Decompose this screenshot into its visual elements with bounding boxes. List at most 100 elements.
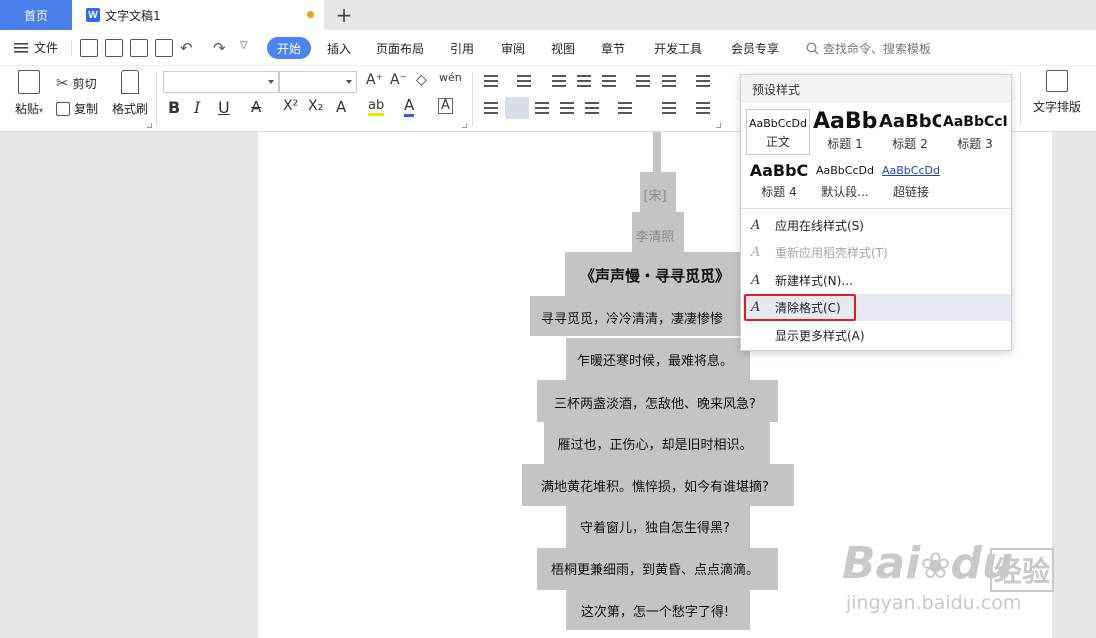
style-sample: AaBbC xyxy=(749,161,809,180)
paragraph-direction-icon[interactable] xyxy=(636,75,650,87)
save-icon[interactable] xyxy=(80,39,98,57)
style-sample: AaBbCcDd xyxy=(816,164,874,177)
justify-icon[interactable] xyxy=(560,102,574,114)
customize-toolbar-icon[interactable]: ▽ xyxy=(240,40,248,51)
show-marks-icon[interactable] xyxy=(696,75,710,87)
numbered-list-icon[interactable] xyxy=(517,75,531,87)
align-right-icon[interactable] xyxy=(535,102,549,114)
text-effect-icon[interactable]: A xyxy=(336,98,346,116)
divider xyxy=(71,40,72,56)
new-tab-button[interactable]: + xyxy=(332,2,356,28)
chinese-layout-icon[interactable] xyxy=(602,75,616,87)
command-search[interactable]: 查找命令、搜索模板 xyxy=(806,40,931,57)
paw-icon: ❀ xyxy=(920,546,951,587)
sort-icon[interactable] xyxy=(662,75,676,87)
menu-row: 文件 ↶ ↷ ▽ 开始 插入 页面布局 引用 审阅 视图 章节 开发工具 会员专… xyxy=(0,30,1096,66)
tab-document[interactable]: W 文字文稿1 xyxy=(72,0,324,30)
style-sample: AaBbCcI xyxy=(943,114,1007,130)
subscript-icon[interactable]: X₂ xyxy=(308,98,323,114)
tab-review[interactable]: 审阅 xyxy=(501,40,525,57)
watermark-brand-text: Bai xyxy=(842,538,921,589)
strikethrough-icon[interactable]: A xyxy=(251,98,261,116)
clear-format-icon[interactable]: ◇ xyxy=(416,72,427,88)
poem-line: 守着窗儿，独自怎生得黑? xyxy=(580,521,730,536)
tab-insert[interactable]: 插入 xyxy=(327,40,351,57)
text-layout-button[interactable]: 文字排版 xyxy=(1028,70,1086,115)
style-sample: AaBbC xyxy=(879,111,941,132)
paste-button[interactable]: 粘贴▾ xyxy=(10,70,48,117)
cut-label: 剪切 xyxy=(72,76,97,91)
scissors-icon: ✂ xyxy=(56,74,69,92)
style-heading-2[interactable]: AaBbC 标题 2 xyxy=(879,109,941,155)
tab-start[interactable]: 开始 xyxy=(267,37,311,59)
style-heading-3[interactable]: AaBbCcI 标题 3 xyxy=(943,109,1007,155)
new-style-item[interactable]: A 新建样式(N)... xyxy=(743,267,1011,294)
style-name: 标题 1 xyxy=(827,137,863,151)
menu-item-label: 应用在线样式(S) xyxy=(775,219,864,233)
menu-item-label: 显示更多样式(A) xyxy=(775,329,865,343)
watermark-url: jingyan.baidu.com xyxy=(846,592,1022,614)
chevron-down-icon xyxy=(268,80,274,84)
tab-references[interactable]: 引用 xyxy=(450,40,474,57)
chevron-down-icon xyxy=(346,80,352,84)
align-left-icon[interactable] xyxy=(484,102,498,114)
style-name: 标题 3 xyxy=(957,137,993,151)
font-group-expander[interactable] xyxy=(462,123,467,128)
font-color-icon[interactable]: A xyxy=(404,96,415,117)
font-size-select[interactable] xyxy=(279,71,357,93)
italic-icon[interactable]: I xyxy=(194,98,200,117)
style-hyperlink[interactable]: AaBbCcDd 超链接 xyxy=(879,159,943,205)
copy-label: 复制 xyxy=(74,102,99,116)
undo-icon[interactable]: ↶ xyxy=(180,39,193,57)
font-name-select[interactable] xyxy=(163,71,279,93)
borders-icon[interactable] xyxy=(696,102,710,114)
bullet-list-icon[interactable] xyxy=(484,75,498,87)
tab-view[interactable]: 视图 xyxy=(551,40,575,57)
tab-bar: 首页 W 文字文稿1 + xyxy=(0,0,1096,30)
underline-icon[interactable]: U xyxy=(218,98,230,117)
copy-button[interactable]: 复制 xyxy=(56,100,98,117)
shrink-font-icon[interactable]: A⁻ xyxy=(390,72,407,88)
increase-indent-icon[interactable] xyxy=(577,75,591,87)
tab-home[interactable]: 首页 xyxy=(0,0,72,30)
file-menu-label: 文件 xyxy=(34,41,59,55)
export-pdf-icon[interactable] xyxy=(105,39,123,57)
grow-font-icon[interactable]: A⁺ xyxy=(366,72,383,88)
selection-highlight xyxy=(653,132,661,172)
reapply-style-icon: A xyxy=(751,244,761,260)
file-menu-button[interactable]: 文件 xyxy=(14,39,58,56)
online-style-icon: A xyxy=(751,217,761,233)
line-spacing-icon[interactable] xyxy=(618,102,632,114)
character-border-icon[interactable]: A xyxy=(438,98,453,114)
tab-developer[interactable]: 开发工具 xyxy=(654,40,702,57)
style-default-paragraph-font[interactable]: AaBbCcDd 默认段... xyxy=(813,159,877,205)
highlight-color-icon[interactable]: ab xyxy=(368,98,385,116)
divider xyxy=(156,72,157,126)
distributed-align-icon[interactable] xyxy=(585,102,599,114)
poem-line: 雁过也，正伤心，却是旧时相识。 xyxy=(557,438,753,453)
annotation-highlight-box xyxy=(744,294,856,321)
paragraph-group-expander[interactable] xyxy=(716,123,721,128)
superscript-icon[interactable]: X² xyxy=(283,98,298,114)
show-more-styles-item[interactable]: 显示更多样式(A) xyxy=(743,322,1011,349)
style-normal[interactable]: AaBbCcDd 正文 xyxy=(746,109,810,155)
shading-icon[interactable] xyxy=(662,102,676,114)
tab-start-label: 开始 xyxy=(276,41,301,56)
watermark-brand: Bai❀du xyxy=(842,538,1013,589)
tab-section[interactable]: 章节 xyxy=(601,40,625,57)
tab-page-layout[interactable]: 页面布局 xyxy=(376,40,424,57)
style-heading-1[interactable]: AaBb 标题 1 xyxy=(813,109,877,155)
redo-icon[interactable]: ↷ xyxy=(213,39,226,57)
print-preview-icon[interactable] xyxy=(155,39,173,57)
decrease-indent-icon[interactable] xyxy=(552,75,566,87)
menu-item-label: 新建样式(N)... xyxy=(775,274,853,288)
bold-icon[interactable]: B xyxy=(168,98,180,117)
cut-button[interactable]: ✂ 剪切 xyxy=(56,74,97,92)
format-painter-button[interactable]: 格式刷 xyxy=(110,70,150,117)
tab-member[interactable]: 会员专享 xyxy=(731,40,779,57)
apply-online-style-item[interactable]: A 应用在线样式(S) xyxy=(743,212,1011,239)
style-heading-4[interactable]: AaBbC 标题 4 xyxy=(746,159,812,205)
print-icon[interactable] xyxy=(130,39,148,57)
pinyin-guide-icon[interactable]: wén xyxy=(439,71,462,84)
clipboard-group-expander[interactable] xyxy=(147,123,152,128)
